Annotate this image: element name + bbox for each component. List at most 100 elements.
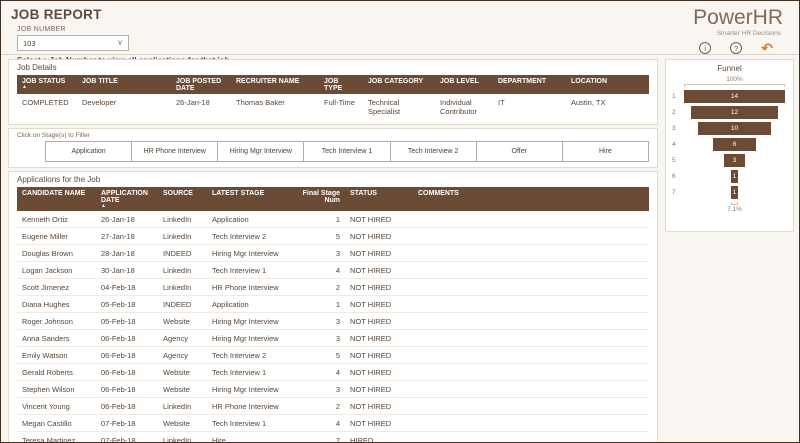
job-report-page: JOB REPORT JOB NUMBER 103 ∨ Select a Job… xyxy=(0,0,800,443)
stage-button-tech-interview-2[interactable]: Tech Interview 2 xyxy=(389,141,477,162)
column-header-label: LATEST STAGE xyxy=(212,190,265,197)
table-row: Megan Castillo 07-Feb-18 Website Tech Inter… xyxy=(17,414,649,432)
funnel-bar[interactable]: 6 xyxy=(712,138,757,151)
cell-source: LinkedIn xyxy=(158,431,207,442)
cell-candidate-name: Emily Watson xyxy=(17,346,96,364)
column-header-latest-stage[interactable]: LATEST STAGE xyxy=(207,187,293,211)
table-row: Emily Watson 06-Feb-18 Agency Tech Intervie… xyxy=(17,346,649,364)
funnel-row: 3 10 xyxy=(672,122,785,135)
column-header-job-posted-date[interactable]: JOB POSTED DATE xyxy=(171,75,231,94)
cell-application-date: 30-Jan-18 xyxy=(96,261,158,279)
cell-final-stage-num: 4 xyxy=(293,261,345,279)
cell-application-date: 06-Feb-18 xyxy=(96,380,158,398)
column-header-label: CANDIDATE NAME xyxy=(22,190,86,197)
funnel-bar[interactable]: 1 xyxy=(730,170,739,183)
cell-latest-stage: Hiring Mgr Interview xyxy=(207,244,293,262)
info-icon[interactable]: i xyxy=(699,42,712,55)
column-header-department[interactable]: DEPARTMENT xyxy=(493,75,566,94)
cell-source: LinkedIn xyxy=(158,397,207,415)
column-header-status[interactable]: STATUS xyxy=(345,187,413,211)
funnel-row: 53 xyxy=(672,154,785,167)
funnel-bar[interactable]: 14 xyxy=(684,90,785,103)
funnel-category-label: 4 xyxy=(672,141,676,148)
table-row: Stephen Wilson 06-Feb-18 Website Hiring Mgr… xyxy=(17,380,649,398)
table-row: Anna Sanders 06-Feb-18 Agency Hiring Mgr In… xyxy=(17,329,649,347)
report-body: Job Details JOB STATUS ▲ JOB TITLE JOB POST… xyxy=(1,55,799,442)
funnel-value-label: 14 xyxy=(730,93,739,100)
cell-application-date: 04-Feb-18 xyxy=(96,278,158,296)
column-header-source[interactable]: SOURCE xyxy=(158,187,207,211)
funnel-category-label: 7 xyxy=(672,189,676,196)
stage-button-tech-interview-1[interactable]: Tech Interview 1 xyxy=(303,141,391,162)
stage-filter-buttons: Application HR Phone Interview Hiring Mgr … xyxy=(45,141,649,162)
cell-candidate-name: Scott Jimenez xyxy=(17,278,96,296)
column-header-job-level[interactable]: JOB LEVEL xyxy=(435,75,493,94)
header-right: PowerHR Smarter HR Decisions i ? ↶ xyxy=(693,6,789,55)
column-header-label: JOB CATEGORY xyxy=(368,78,424,85)
cell-final-stage-num: 3 xyxy=(293,329,345,347)
cell-status: NOT HIRED xyxy=(345,414,413,432)
stage-button-application[interactable]: Application xyxy=(45,141,133,162)
cell-final-stage-num: 3 xyxy=(293,312,345,330)
cell-final-stage-num: 4 xyxy=(293,414,345,432)
stage-button-offer[interactable]: Offer xyxy=(475,141,563,162)
funnel-bar[interactable]: 12 xyxy=(691,106,778,119)
funnel-category-label: 1 xyxy=(672,93,676,100)
cell-application-date: 07-Feb-18 xyxy=(96,414,158,432)
stage-button-hr-phone-interview[interactable]: HR Phone Interview xyxy=(131,141,219,162)
table-row: Diana Hughes 05-Feb-18 INDEED Application 1 N… xyxy=(17,295,649,313)
applications-title: Applications for the Job xyxy=(17,175,101,184)
column-header-application-date[interactable]: APPLICATION DATE ▲ xyxy=(96,187,158,211)
cell-comments xyxy=(413,227,649,245)
stage-button-hire[interactable]: Hire xyxy=(561,141,649,162)
stage-button-hiring-mgr-interview[interactable]: Hiring Mgr Interview xyxy=(217,141,305,162)
column-header-recruiter-name[interactable]: RECRUITER NAME xyxy=(231,75,319,94)
cell-final-stage-num: 2 xyxy=(293,397,345,415)
cell-status: NOT HIRED xyxy=(345,227,413,245)
cell-comments xyxy=(413,211,649,228)
column-header-job-category[interactable]: JOB CATEGORY xyxy=(363,75,435,94)
sort-ascending-icon: ▲ xyxy=(101,203,106,209)
help-icon[interactable]: ? xyxy=(730,42,743,55)
cell-candidate-name: Megan Castillo xyxy=(17,414,96,432)
cell-latest-stage: HR Phone Interview xyxy=(207,278,293,296)
funnel-bottom-bracket-icon xyxy=(730,202,739,205)
column-header-location[interactable]: LOCATION xyxy=(566,75,649,94)
column-header-job-type[interactable]: JOB TYPE xyxy=(319,75,363,94)
table-row: Eugene Miller 27-Jan-18 LinkedIn Tech Inter… xyxy=(17,227,649,245)
cell-source: Website xyxy=(158,380,207,398)
job-details-card: Job Details JOB STATUS ▲ JOB TITLE JOB POST… xyxy=(8,59,658,125)
funnel-bar[interactable]: 3 xyxy=(723,154,746,167)
column-header-label: Final Stage Num xyxy=(302,190,340,204)
cell-application-date: 27-Jan-18 xyxy=(96,227,158,245)
cell-application-date: 06-Feb-18 xyxy=(96,397,158,415)
column-header-candidate-name[interactable]: CANDIDATE NAME xyxy=(17,187,96,211)
column-header-label: RECRUITER NAME xyxy=(236,78,300,85)
header: JOB REPORT JOB NUMBER 103 ∨ Select a Job… xyxy=(1,1,799,65)
cell-final-stage-num: 5 xyxy=(293,346,345,364)
cell-candidate-name: Douglas Brown xyxy=(17,244,96,262)
reset-filters-icon[interactable]: ↶ xyxy=(761,41,773,55)
column-header-label: DEPARTMENT xyxy=(498,78,547,85)
column-header-job-status[interactable]: JOB STATUS ▲ xyxy=(17,75,77,94)
job-number-dropdown[interactable]: 103 ∨ xyxy=(17,35,129,51)
column-header-label: APPLICATION DATE xyxy=(101,190,148,204)
cell-candidate-name: Gerald Roberts xyxy=(17,363,96,381)
funnel-bar[interactable]: 1 xyxy=(730,186,739,199)
left-column: Job Details JOB STATUS ▲ JOB TITLE JOB POST… xyxy=(8,59,658,442)
cell-source: LinkedIn xyxy=(158,261,207,279)
cell-latest-stage: Application xyxy=(207,295,293,313)
cell-application-date: 06-Feb-18 xyxy=(96,329,158,347)
cell-status: NOT HIRED xyxy=(345,211,413,228)
cell-final-stage-num: 3 xyxy=(293,380,345,398)
column-header-label: JOB POSTED DATE xyxy=(176,78,222,92)
header-row: CANDIDATE NAME APPLICATION DATE ▲ SOURCE LAT… xyxy=(17,187,649,211)
column-header-comments[interactable]: COMMENTS xyxy=(413,187,649,211)
cell-candidate-name: Eugene Miller xyxy=(17,227,96,245)
column-header-final-stage-num[interactable]: Final Stage Num xyxy=(293,187,345,211)
cell-application-date: 28-Jan-18 xyxy=(96,244,158,262)
funnel-value-label: 1 xyxy=(732,189,737,196)
funnel-bar[interactable]: 10 xyxy=(698,122,771,135)
cell-comments xyxy=(413,295,649,313)
column-header-job-title[interactable]: JOB TITLE xyxy=(77,75,171,94)
